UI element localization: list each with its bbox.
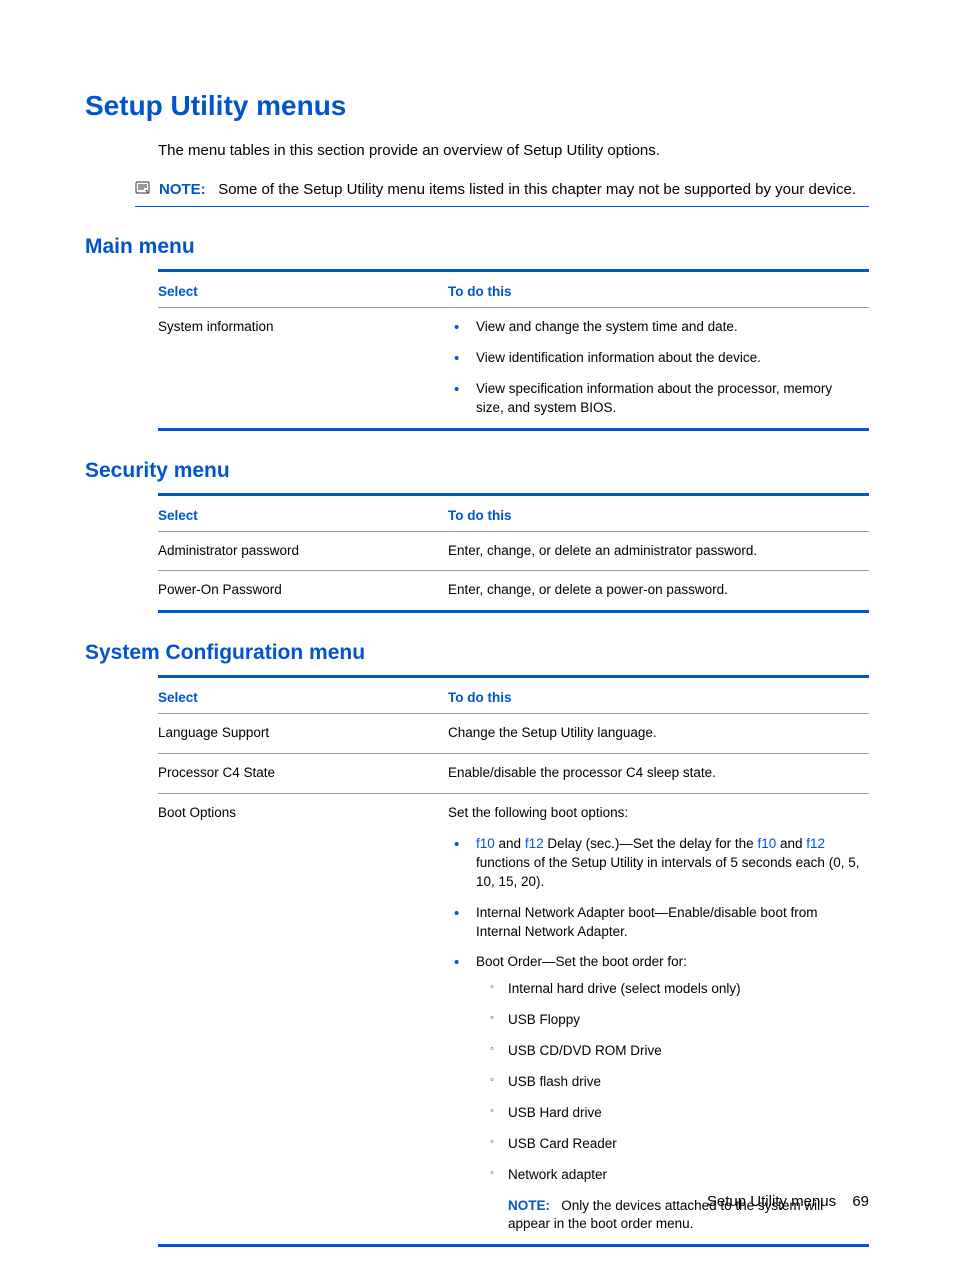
cell-todo: Enter, change, or delete a power-on pass… xyxy=(448,571,869,612)
page-footer: Setup Utility menus 69 xyxy=(707,1193,869,1210)
boot-order-text: Boot Order—Set the boot order for: xyxy=(476,954,687,969)
list-item: Internal hard drive (select models only) xyxy=(476,980,861,999)
table-row: Processor C4 State Enable/disable the pr… xyxy=(158,754,869,794)
note-label: NOTE: xyxy=(508,1198,550,1213)
list-item: View specification information about the… xyxy=(448,380,861,418)
col-header-select: Select xyxy=(158,677,448,714)
list-item: USB Hard drive xyxy=(476,1104,861,1123)
cell-todo: View and change the system time and date… xyxy=(448,308,869,430)
table-row: System information View and change the s… xyxy=(158,308,869,430)
col-header-select: Select xyxy=(158,271,448,308)
col-header-todo: To do this xyxy=(448,271,869,308)
list-item: Internal Network Adapter boot—Enable/dis… xyxy=(448,904,861,942)
top-note: NOTE: Some of the Setup Utility menu ite… xyxy=(135,179,869,207)
table-header-row: Select To do this xyxy=(158,271,869,308)
f10-link[interactable]: f10 xyxy=(757,836,776,851)
cell-todo: Set the following boot options: f10 and … xyxy=(448,794,869,1246)
col-header-todo: To do this xyxy=(448,494,869,531)
note-label: NOTE: xyxy=(159,181,206,198)
table-main-menu: Select To do this System information Vie… xyxy=(158,269,869,431)
footer-title: Setup Utility menus xyxy=(707,1193,836,1210)
cell-select: System information xyxy=(158,308,448,430)
note-content: NOTE: Some of the Setup Utility menu ite… xyxy=(159,179,856,200)
list-item: USB flash drive xyxy=(476,1073,861,1092)
f12-link[interactable]: f12 xyxy=(806,836,825,851)
cell-select: Language Support xyxy=(158,714,448,754)
f10-link[interactable]: f10 xyxy=(476,836,495,851)
col-header-todo: To do this xyxy=(448,677,869,714)
footer-page-number: 69 xyxy=(852,1193,869,1210)
list-item: View and change the system time and date… xyxy=(448,318,861,337)
table-security-menu: Select To do this Administrator password… xyxy=(158,493,869,614)
cell-todo: Enter, change, or delete an administrato… xyxy=(448,531,869,571)
intro-text: The menu tables in this section provide … xyxy=(158,140,869,161)
note-body: Some of the Setup Utility menu items lis… xyxy=(218,181,856,198)
bullet-list: View and change the system time and date… xyxy=(448,318,861,418)
list-item: Network adapter xyxy=(476,1166,861,1185)
col-header-select: Select xyxy=(158,494,448,531)
cell-select: Administrator password xyxy=(158,531,448,571)
page-title: Setup Utility menus xyxy=(85,90,869,122)
table-header-row: Select To do this xyxy=(158,677,869,714)
table-sysconfig-menu: Select To do this Language Support Chang… xyxy=(158,675,869,1247)
table-row: Power-On Password Enter, change, or dele… xyxy=(158,571,869,612)
list-item: USB Floppy xyxy=(476,1011,861,1030)
bullet-list: f10 and f12 Delay (sec.)—Set the delay f… xyxy=(448,835,861,1234)
table-header-row: Select To do this xyxy=(158,494,869,531)
note-icon xyxy=(135,181,151,200)
boot-intro: Set the following boot options: xyxy=(448,804,861,823)
table-row: Language Support Change the Setup Utilit… xyxy=(158,714,869,754)
cell-select: Power-On Password xyxy=(158,571,448,612)
list-item: View identification information about th… xyxy=(448,349,861,368)
table-row: Boot Options Set the following boot opti… xyxy=(158,794,869,1246)
sub-list: Internal hard drive (select models only)… xyxy=(476,980,861,1184)
f12-link[interactable]: f12 xyxy=(525,836,544,851)
list-item: f10 and f12 Delay (sec.)—Set the delay f… xyxy=(448,835,861,892)
cell-todo: Change the Setup Utility language. xyxy=(448,714,869,754)
list-item: USB Card Reader xyxy=(476,1135,861,1154)
table-row: Administrator password Enter, change, or… xyxy=(158,531,869,571)
cell-todo: Enable/disable the processor C4 sleep st… xyxy=(448,754,869,794)
cell-select: Boot Options xyxy=(158,794,448,1246)
heading-sysconfig-menu: System Configuration menu xyxy=(85,641,869,665)
list-item: USB CD/DVD ROM Drive xyxy=(476,1042,861,1061)
heading-main-menu: Main menu xyxy=(85,235,869,259)
cell-select: Processor C4 State xyxy=(158,754,448,794)
heading-security-menu: Security menu xyxy=(85,459,869,483)
